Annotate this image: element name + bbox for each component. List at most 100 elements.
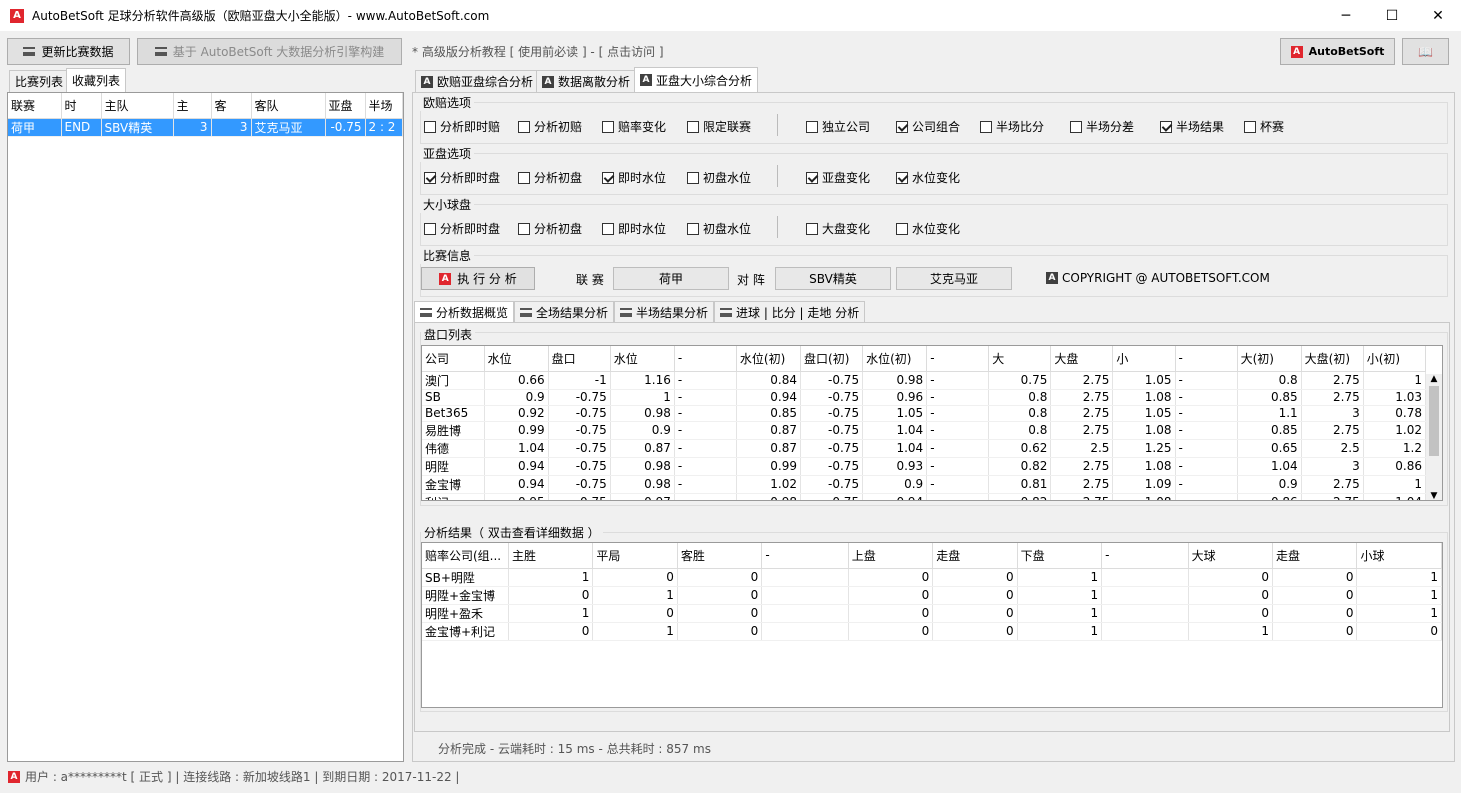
checkbox-box[interactable] (806, 222, 818, 235)
tab-match-list[interactable]: 比赛列表 (9, 70, 70, 92)
checkbox-box[interactable] (1070, 120, 1082, 133)
checkbox-option[interactable]: 水位变化 (896, 169, 960, 186)
column-header[interactable]: 大(初) (1237, 346, 1302, 372)
column-header[interactable]: 半场 (365, 93, 403, 119)
checkbox-box[interactable] (896, 120, 908, 133)
run-analysis-button[interactable]: A 执 行 分 析 (421, 267, 535, 290)
checkbox-option[interactable]: 半场比分 (980, 118, 1044, 135)
checkbox-box[interactable] (602, 222, 614, 235)
checkbox-box[interactable] (687, 171, 699, 184)
column-header[interactable]: 水位 (484, 346, 549, 372)
checkbox-option[interactable]: 杯赛 (1244, 118, 1284, 135)
checkbox-option[interactable]: 分析即时赔 (424, 118, 500, 135)
checkbox-option[interactable]: 分析即时盘 (424, 169, 500, 186)
help-book-button[interactable]: 📖 (1402, 38, 1449, 65)
table-row[interactable]: 荷甲 END SBV精英 3 3 艾克马亚 -0.75 2 : 2 (8, 118, 403, 137)
sub-tab[interactable]: 全场结果分析 (514, 301, 615, 323)
checkbox-option[interactable]: 半场结果 (1160, 118, 1224, 135)
column-header[interactable]: 盘口(初) (800, 346, 864, 372)
checkbox-box[interactable] (806, 171, 818, 184)
checkbox-box[interactable] (896, 222, 908, 235)
column-header[interactable]: 小球 (1356, 543, 1442, 569)
checkbox-box[interactable] (518, 120, 530, 133)
checkbox-box[interactable] (602, 171, 614, 184)
checkbox-option[interactable]: 亚盘变化 (806, 169, 870, 186)
column-header[interactable]: 大盘(初) (1301, 346, 1364, 372)
column-header[interactable]: 盘口 (548, 346, 611, 372)
checkbox-option[interactable]: 独立公司 (806, 118, 870, 135)
tab-euro-asian[interactable]: A 欧赔亚盘综合分析 (415, 70, 540, 92)
column-header[interactable]: 大球 (1188, 543, 1274, 569)
checkbox-option[interactable]: 分析初盘 (518, 220, 582, 237)
column-header[interactable]: 联赛 (8, 93, 62, 119)
table-row[interactable]: 伟德 1.04 -0.75 0.87-0.87 -0.75 1.04-0.62 2.5 1.2… (422, 439, 1427, 458)
column-header[interactable]: 亚盘 (325, 93, 366, 119)
checkbox-box[interactable] (1244, 120, 1256, 133)
checkbox-box[interactable] (518, 171, 530, 184)
checkbox-option[interactable]: 公司组合 (896, 118, 960, 135)
table-row[interactable]: SB+明陞 1 0 0 0 0 1 0 0 1 (422, 568, 1442, 587)
scroll-up-icon[interactable]: ▲ (1426, 374, 1442, 384)
column-header[interactable]: 客队 (251, 93, 326, 119)
table-row[interactable]: SB 0.9 -0.75 1-0.94 -0.75 0.96-0.8 2.75 1.08-0.… (422, 389, 1427, 406)
column-header[interactable]: 下盘 (1017, 543, 1103, 569)
maximize-button[interactable]: ☐ (1369, 0, 1415, 31)
checkbox-option[interactable]: 分析即时盘 (424, 220, 500, 237)
table-row[interactable]: 利记0.95-0.750.97-0.98-0.750.94-0.822.751.… (422, 493, 1427, 500)
column-header[interactable]: - (1101, 543, 1189, 569)
column-header[interactable]: 主胜 (508, 543, 594, 569)
tab-asian-ou[interactable]: A 亚盘大小综合分析 (634, 67, 759, 92)
column-header[interactable]: - (926, 346, 990, 372)
scroll-thumb[interactable] (1429, 386, 1439, 456)
checkbox-box[interactable] (1160, 120, 1172, 133)
checkbox-box[interactable] (687, 222, 699, 235)
column-header[interactable]: 主 (173, 93, 212, 119)
checkbox-option[interactable]: 分析初盘 (518, 169, 582, 186)
column-header[interactable]: 水位 (610, 346, 675, 372)
checkbox-box[interactable] (687, 120, 699, 133)
checkbox-option[interactable]: 大盘变化 (806, 220, 870, 237)
minimize-button[interactable]: ─ (1323, 0, 1369, 31)
tab-data-discrete[interactable]: A 数据离散分析 (536, 70, 637, 92)
column-header[interactable]: - (1175, 346, 1238, 372)
sub-tab[interactable]: 进球 | 比分 | 走地 分析 (714, 301, 866, 323)
checkbox-box[interactable] (424, 120, 436, 133)
table-row[interactable]: 金宝博 0.94 -0.75 0.98-1.02 -0.75 0.9-0.81 2.75 1.… (422, 475, 1427, 494)
close-button[interactable]: ✕ (1415, 0, 1461, 31)
column-header[interactable]: 赔率公司(组... (422, 543, 509, 569)
checkbox-option[interactable]: 限定联赛 (687, 118, 751, 135)
checkbox-option[interactable]: 初盘水位 (687, 169, 751, 186)
column-header[interactable]: 大 (988, 346, 1052, 372)
table-row[interactable]: 澳门 0.66 -1 1.16-0.84 -0.75 0.98-0.75 2.75 1.05-… (422, 371, 1427, 390)
checkbox-box[interactable] (424, 171, 436, 184)
checkbox-box[interactable] (806, 120, 818, 133)
engine-button[interactable]: 基于 AutoBetSoft 大数据分析引擎构建 (137, 38, 402, 65)
column-header[interactable]: 小 (1112, 346, 1176, 372)
checkbox-option[interactable]: 即时水位 (602, 169, 666, 186)
odds-scrollbar[interactable]: ▲ ▼ (1426, 374, 1442, 500)
checkbox-option[interactable]: 初盘水位 (687, 220, 751, 237)
checkbox-option[interactable]: 半场分差 (1070, 118, 1134, 135)
checkbox-box[interactable] (424, 222, 436, 235)
table-row[interactable]: 明陞+盈禾 1 0 0 0 0 1 0 0 1 (422, 604, 1442, 623)
checkbox-option[interactable]: 分析初赔 (518, 118, 582, 135)
table-row[interactable]: 易胜博 0.99 -0.75 0.9-0.87 -0.75 1.04-0.8 2.75 1.0… (422, 421, 1427, 440)
scroll-down-icon[interactable]: ▼ (1426, 491, 1442, 500)
update-data-button[interactable]: 更新比赛数据 (7, 38, 130, 65)
column-header[interactable]: 平局 (592, 543, 678, 569)
table-row[interactable]: Bet365 0.92 -0.75 0.98-0.85 -0.75 1.05-0.8 2.7… (422, 405, 1427, 422)
column-header[interactable]: 大盘 (1050, 346, 1114, 372)
sub-tab[interactable]: 半场结果分析 (614, 301, 715, 323)
checkbox-box[interactable] (896, 171, 908, 184)
column-header[interactable]: 小(初) (1363, 346, 1427, 372)
column-header[interactable]: 客 (211, 93, 252, 119)
checkbox-box[interactable] (602, 120, 614, 133)
column-header[interactable]: - (674, 346, 737, 372)
checkbox-option[interactable]: 即时水位 (602, 220, 666, 237)
checkbox-option[interactable]: 赔率变化 (602, 118, 666, 135)
column-header[interactable]: 公司 (422, 346, 485, 372)
column-header[interactable]: 走盘 (932, 543, 1018, 569)
tutorial-link[interactable]: * 高级版分析教程 [ 使用前必读 ] - [ 点击访问 ] (412, 43, 664, 60)
tab-favorites[interactable]: 收藏列表 (66, 68, 127, 92)
column-header[interactable]: 走盘 (1272, 543, 1358, 569)
